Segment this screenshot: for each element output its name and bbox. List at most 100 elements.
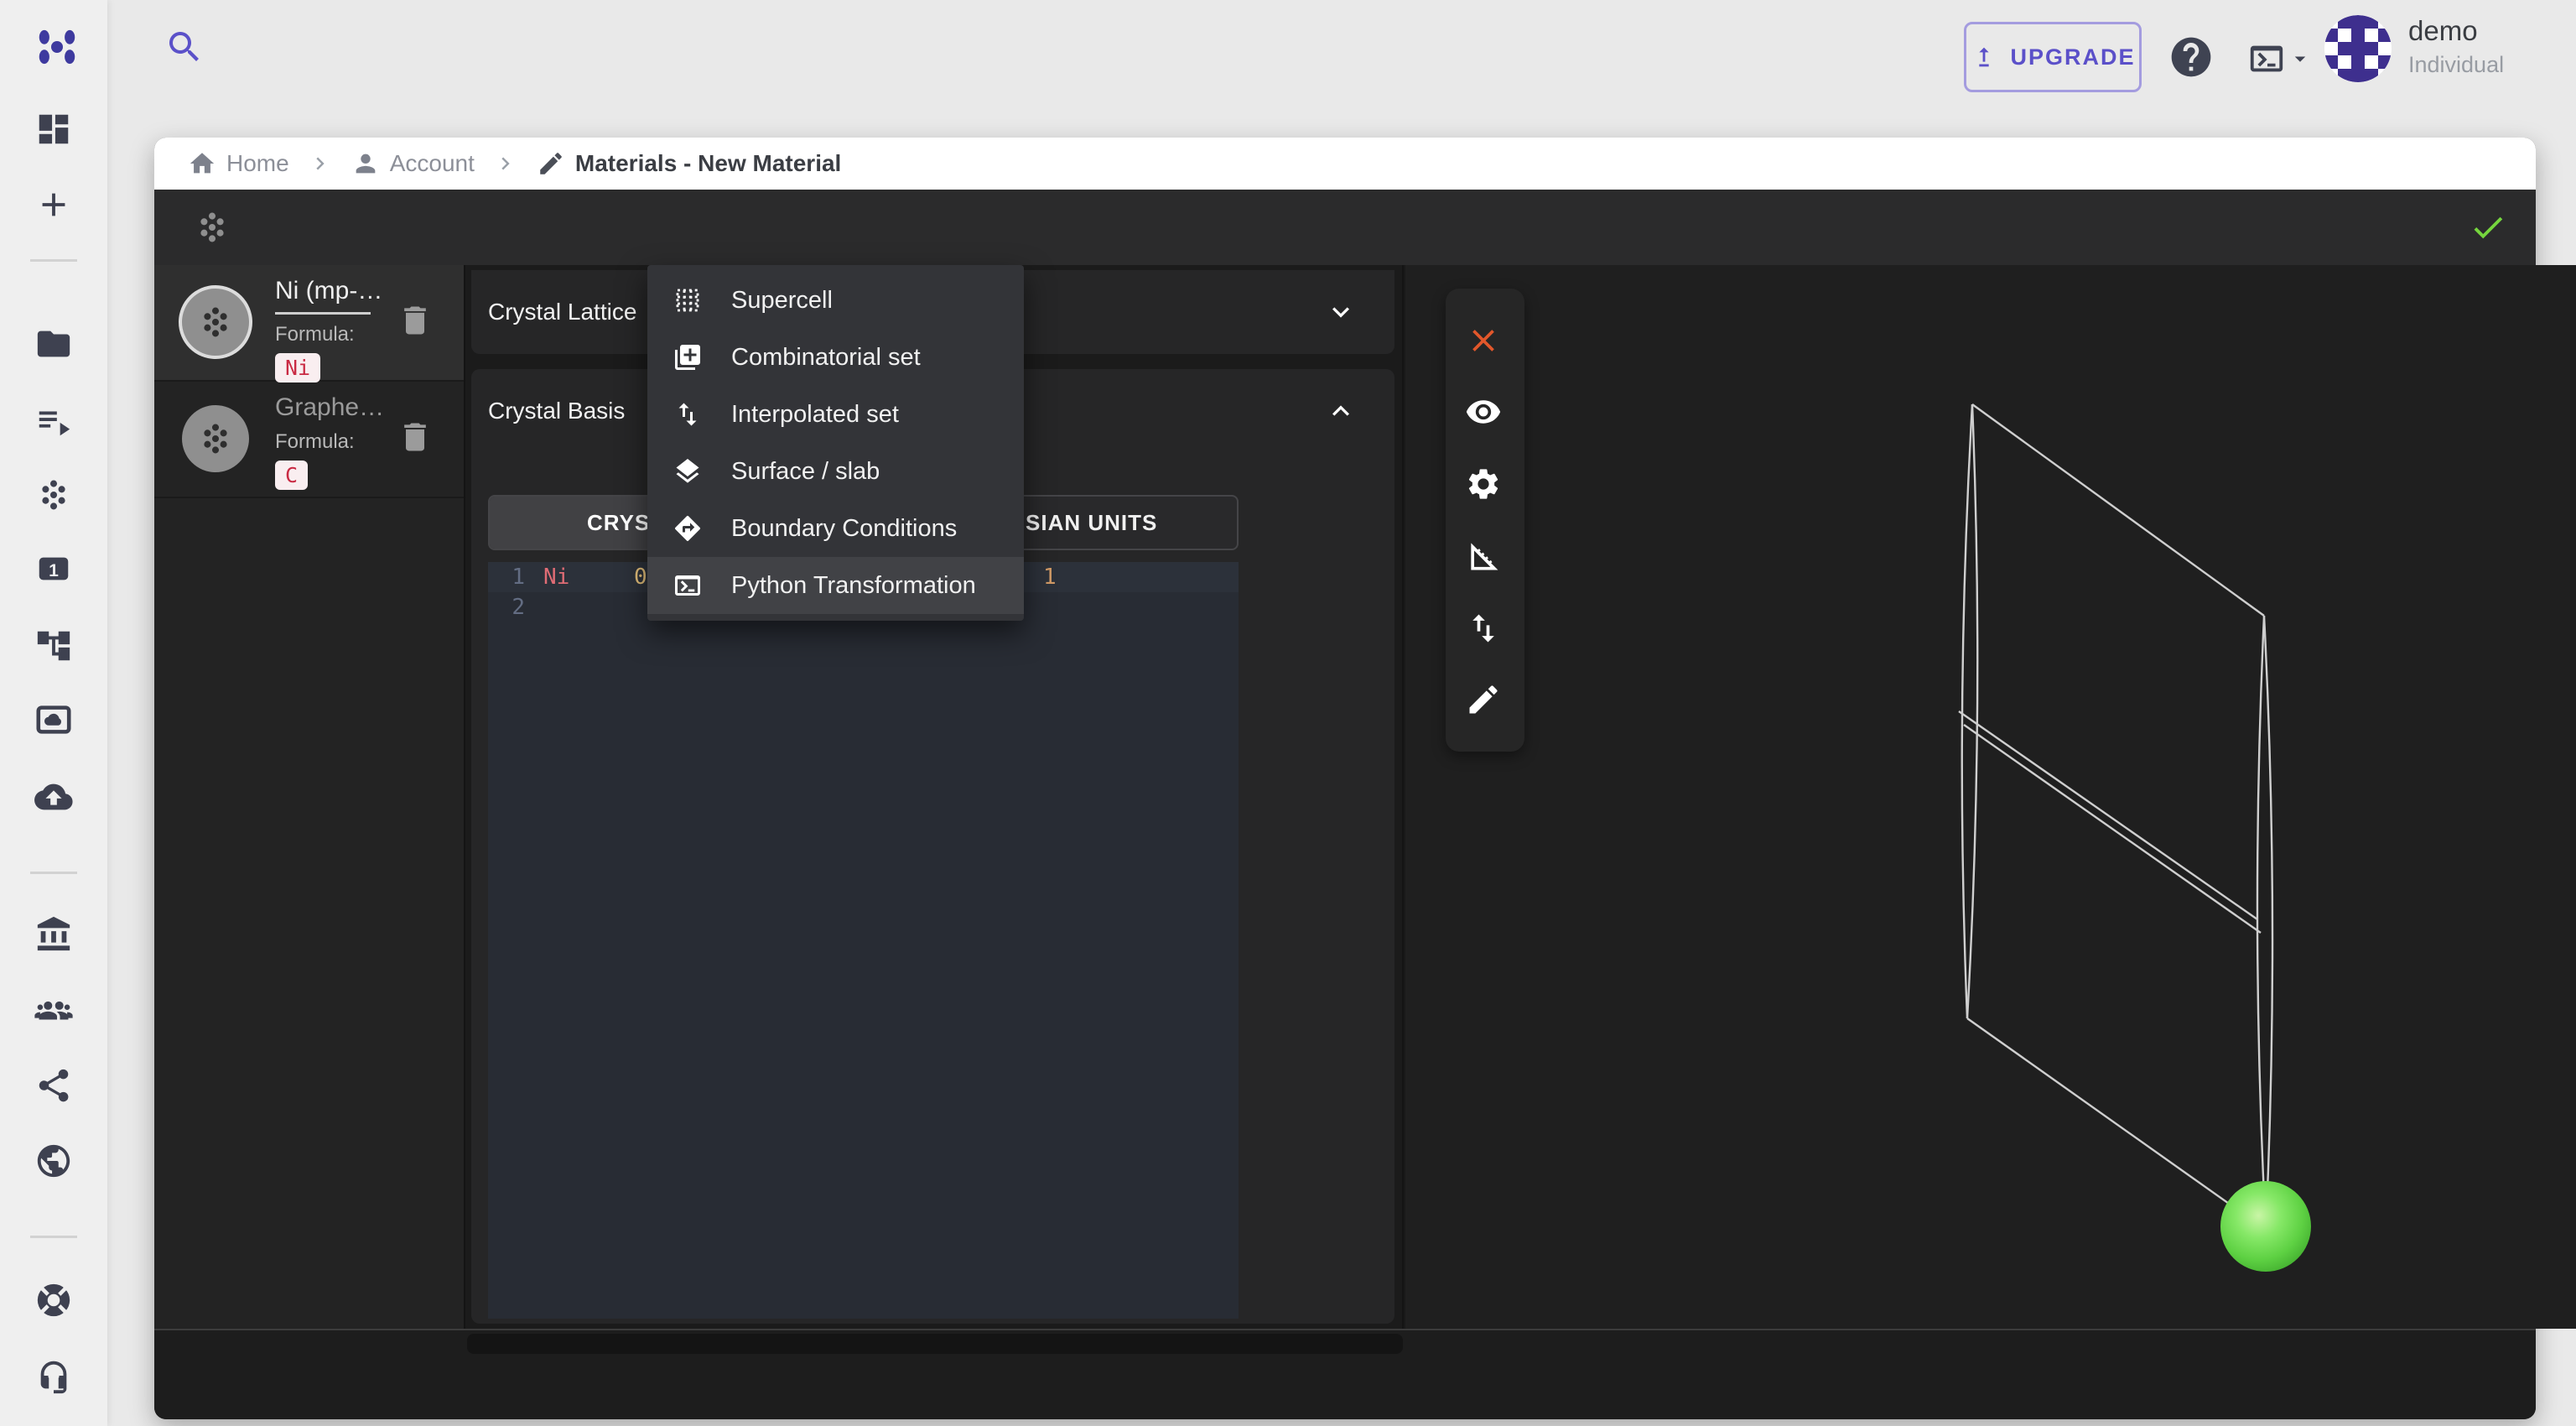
sidebar-item[interactable] [34,1348,74,1403]
console-menu-button[interactable] [2247,39,2314,79]
user-avatar[interactable] [2324,15,2392,82]
formula-label: Formula: [275,323,401,346]
upgrade-button[interactable]: UPGRADE [1964,22,2142,92]
sidebar-item[interactable] [34,541,74,596]
viewer-tool-button[interactable] [1465,536,1505,576]
material-info: Graphe… Formula: C [275,393,401,490]
advanced-menu-item[interactable]: Surface / slab [647,443,1024,500]
card-footer [154,1329,2536,1419]
sidebar-item[interactable] [34,101,74,157]
menu-item-label: Combinatorial set [731,344,921,372]
section-title: Crystal Lattice [488,299,636,325]
sidebar-item[interactable] [34,1058,74,1113]
menu-item-label: Boundary Conditions [731,515,957,543]
atom-sphere[interactable] [2220,1181,2311,1272]
sidebar [0,0,107,1426]
saved-check-icon[interactable] [2469,208,2507,247]
chevron-up-icon[interactable] [1324,394,1358,428]
tab-label: SIAN UNITS [1026,510,1157,536]
main-card: Home Account Materials - New Material Ni… [154,138,2536,1419]
tool-icon [1465,393,1502,430]
menu-item-label: Surface / slab [731,458,880,486]
chevron-right-icon [308,151,333,176]
element-token: Ni [543,562,569,592]
viewer-tool-button[interactable] [1465,392,1505,432]
unit-cell-wireframe [1405,265,2576,1329]
basis-code-editor[interactable]: 1 Ni 0.0 1 2 [488,562,1239,1319]
viewer-tool-button[interactable] [1465,320,1505,361]
breadcrumb-item[interactable]: Materials - New Material [537,149,841,178]
sidebar-item[interactable] [34,1133,74,1189]
sidebar-item[interactable] [34,393,74,449]
line-number: 2 [500,592,525,622]
material-info: Ni (mp-… Formula: Ni [275,277,401,383]
advanced-menu-item[interactable]: Supercell [647,272,1024,329]
material-title[interactable]: Graphe… [275,393,401,422]
menu-item-icon [673,513,703,544]
breadcrumb-item[interactable]: Account [351,149,537,178]
molecule-icon [196,303,235,341]
line-number: 1 [500,562,525,592]
coordinate-token: 1 [1043,562,1057,592]
search-icon [164,27,205,67]
material-avatar [182,289,249,356]
user-name: demo [2408,15,2478,47]
viewer-tool-button[interactable] [1465,464,1505,504]
formula-badge: C [275,461,308,490]
designer-logo-icon [193,208,231,247]
formula-badge: Ni [275,353,320,383]
material-title[interactable]: Ni (mp-… [275,277,401,305]
breadcrumb-icon [351,149,380,178]
sidebar-item[interactable] [34,1272,74,1328]
chevron-right-icon [493,151,518,176]
advanced-menu-item[interactable]: Python Transformation [647,557,1024,614]
delete-material-button[interactable] [397,302,434,339]
sidebar-item[interactable] [34,692,74,747]
molecule-icon [196,419,235,458]
sidebar-item[interactable] [34,467,74,523]
breadcrumb-icon [188,149,216,178]
viewer-tool-button[interactable] [1465,608,1505,648]
menu-item-icon [673,399,703,429]
viewer-tool-button[interactable] [1465,679,1505,720]
breadcrumb-label: Account [390,150,475,177]
delete-material-button[interactable] [397,419,434,455]
advanced-menu-item[interactable]: Combinatorial set [647,329,1024,386]
menu-item-label: Python Transformation [731,572,976,600]
advanced-dropdown-menu: Supercell Combinatorial set Interpolated… [647,265,1024,621]
advanced-menu-item[interactable]: Boundary Conditions [647,500,1024,557]
help-icon [2168,34,2215,81]
material-list-item[interactable]: Graphe… Formula: C [154,382,464,498]
advanced-menu-item[interactable]: Interpolated set [647,386,1024,443]
material-list-item[interactable]: Ni (mp-… Formula: Ni [154,265,464,382]
sidebar-item[interactable] [34,982,74,1038]
horizontal-scrollbar[interactable] [467,1334,1403,1354]
sidebar-item[interactable] [34,177,74,232]
sidebar-item[interactable] [34,618,74,674]
menu-item-icon [673,456,703,487]
breadcrumb-item[interactable]: Home [188,149,351,178]
title-underline [275,312,371,315]
menu-item-label: Interpolated set [731,401,899,429]
tool-icon [1465,466,1502,502]
help-button[interactable] [2168,34,2215,81]
user-role: Individual [2408,52,2504,78]
tool-icon [1465,322,1502,359]
sidebar-divider [30,872,77,874]
content-area: Ni (mp-… Formula: Ni Graphe… Formula: C [154,265,2536,1329]
sidebar-item[interactable] [34,316,74,372]
sidebar-item[interactable] [34,907,74,962]
material-avatar [182,405,249,472]
viewer-toolbar [1446,289,1524,752]
sidebar-divider [30,259,77,262]
search-button[interactable] [164,27,205,67]
structure-viewer[interactable]: i [1405,265,2576,1329]
breadcrumb-label: Materials - New Material [575,150,841,177]
sidebar-divider [30,1236,77,1238]
trash-icon [397,419,434,455]
designer-menubar [154,190,2536,265]
menu-item-label: Supercell [731,287,833,315]
tool-icon [1465,681,1502,718]
chevron-down-icon[interactable] [1324,295,1358,329]
sidebar-item[interactable] [34,769,74,825]
